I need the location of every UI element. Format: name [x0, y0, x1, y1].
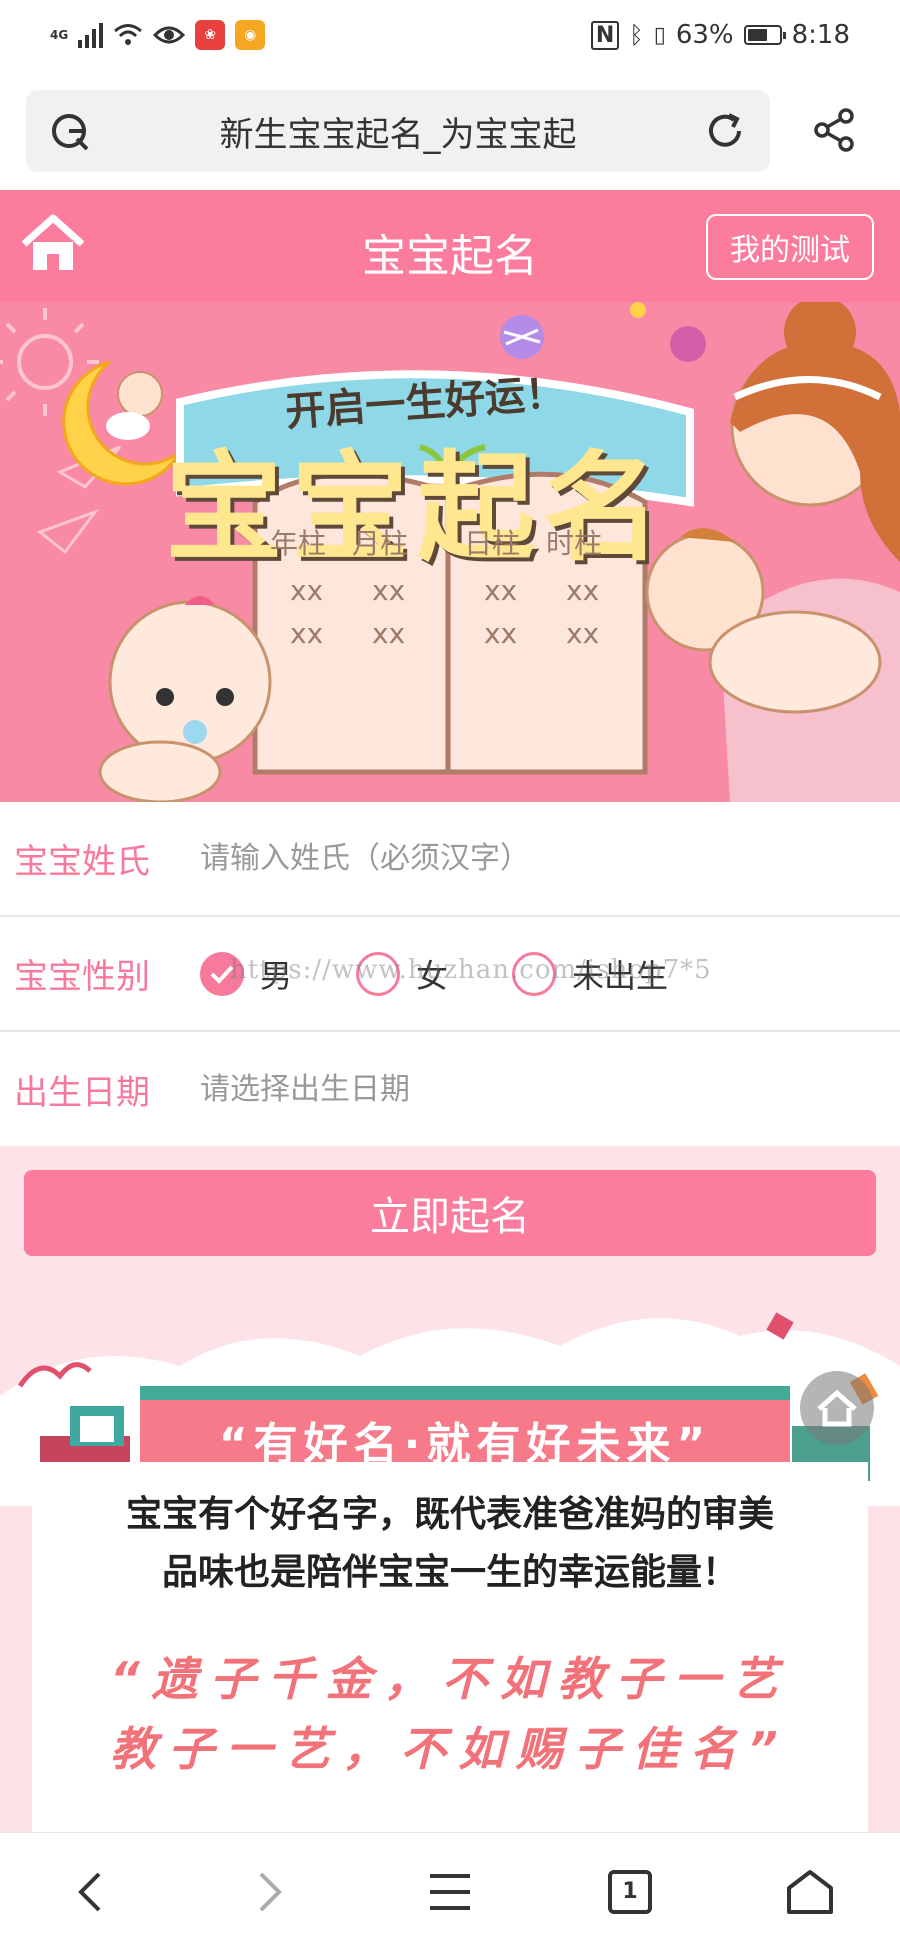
clock: 8:18 — [791, 20, 850, 50]
browser-nav-bar: 1 — [0, 1832, 900, 1950]
vibrate-icon: ▯ — [653, 22, 666, 48]
intro-line-2: 品味也是陪伴宝宝一生的幸运能量！ — [161, 1552, 738, 1593]
quote-line-2: 教子一艺，不如赐子佳名” — [110, 1722, 790, 1776]
home-outline-icon — [787, 1869, 833, 1914]
eye-icon — [153, 26, 186, 44]
battery-icon — [743, 25, 786, 45]
pillar-right: 日柱 时柱 xx xx xx xx — [464, 522, 634, 650]
pillar-value: xx — [484, 617, 518, 650]
pillar-value: xx — [372, 574, 406, 607]
gender-label: 宝宝性别 — [14, 957, 150, 997]
back-button[interactable] — [30, 1847, 150, 1937]
promo-section: 立即起名 “有好名·就有好未来” 宝宝有个好名字，既代表准爸准妈的审美 品味也是… — [0, 1146, 900, 1832]
back-to-top-button[interactable] — [800, 1371, 874, 1445]
pillar-value: xx — [566, 617, 600, 650]
status-bar: 4G ❀ ◉ N ᛒ ▯ 63% 8:18 — [0, 0, 900, 70]
surname-label: 宝宝姓氏 — [14, 842, 150, 882]
surname-row: 宝宝姓氏 — [0, 802, 900, 917]
pillar-value: xx — [290, 574, 324, 607]
pillar-month: 月柱 — [352, 527, 409, 560]
home-nav-button[interactable] — [750, 1847, 870, 1937]
address-bar[interactable]: 新生宝宝起名_为宝宝起 — [26, 90, 770, 172]
share-icon[interactable] — [800, 100, 870, 160]
pillar-left: 年柱 月柱 xx xx xx xx — [270, 522, 440, 650]
weibo-icon: ◉ — [235, 20, 266, 50]
promo-quote: “遗子千金，不如教子一艺 教子一艺，不如赐子佳名” — [0, 1644, 900, 1784]
chevron-right-icon — [259, 1872, 282, 1911]
hero-banner: 开启一生好运！ 宝宝起名 年柱 月柱 xx xx xx xx 日柱 时柱 xx xx xx… — [0, 302, 900, 802]
wifi-icon — [114, 24, 143, 45]
bluetooth-icon: ᛒ — [629, 21, 644, 49]
pillar-day: 日柱 — [464, 527, 521, 560]
tabs-icon: 1 — [608, 1869, 652, 1914]
watermark: https://www.huzhan.com/ishop7*5 — [230, 955, 712, 985]
nfc-icon: N — [590, 20, 620, 50]
network-type: 4G — [50, 28, 69, 42]
browser-toolbar: 新生宝宝起名_为宝宝起 — [0, 70, 900, 190]
forward-button[interactable] — [210, 1847, 330, 1937]
search-engine-icon[interactable] — [26, 109, 116, 153]
birthdate-input[interactable] — [200, 1072, 900, 1107]
signal-icon — [78, 22, 104, 48]
tabs-button[interactable]: 1 — [570, 1847, 690, 1937]
pillar-value: xx — [290, 617, 324, 650]
battery-percent: 63% — [675, 20, 734, 50]
submit-button[interactable]: 立即起名 — [24, 1170, 876, 1256]
birthdate-label: 出生日期 — [14, 1073, 150, 1113]
reload-icon[interactable] — [680, 109, 770, 153]
promo-intro: 宝宝有个好名字，既代表准爸准妈的审美 品味也是陪伴宝宝一生的幸运能量！ — [0, 1486, 900, 1602]
birthdate-row: 出生日期 — [0, 1032, 900, 1147]
pillar-value: xx — [484, 574, 518, 607]
pillar-value: xx — [372, 617, 406, 650]
intro-line-1: 宝宝有个好名字，既代表准爸准妈的审美 — [125, 1494, 774, 1535]
menu-icon — [430, 1873, 470, 1910]
home-icon — [817, 1389, 857, 1427]
pillar-hour: 时柱 — [546, 527, 603, 560]
site-header: 宝宝起名 我的测试 — [0, 190, 900, 302]
my-test-button[interactable]: 我的测试 — [706, 214, 874, 280]
status-left: 4G ❀ ◉ — [50, 20, 266, 50]
quote-line-1: “遗子千金，不如教子一艺 — [110, 1652, 790, 1706]
pillar-value: xx — [566, 574, 600, 607]
pillar-year: 年柱 — [270, 527, 327, 560]
status-right: N ᛒ ▯ 63% 8:18 — [590, 20, 850, 50]
page: 4G ❀ ◉ N ᛒ ▯ 63% 8:18 新生宝宝起名_为宝宝起 宝宝起名 我… — [0, 0, 900, 1950]
page-title[interactable]: 新生宝宝起名_为宝宝起 — [116, 107, 680, 156]
surname-input[interactable] — [200, 841, 900, 876]
battery-fill — [747, 29, 767, 41]
chevron-left-icon — [78, 1872, 101, 1911]
menu-button[interactable] — [390, 1847, 510, 1937]
app-notification-icon: ❀ — [195, 20, 226, 50]
tab-count: 1 — [622, 1879, 638, 1904]
